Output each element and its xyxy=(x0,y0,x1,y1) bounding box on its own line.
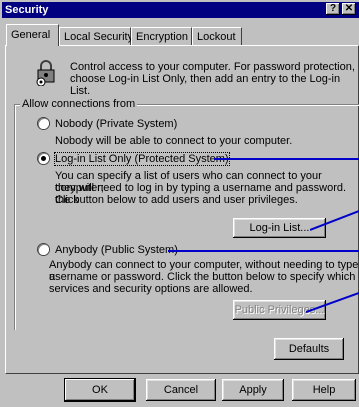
tab-encryption[interactable]: Encryption xyxy=(131,27,192,45)
loginlist-desc-3: the button below to add users and user p… xyxy=(55,194,298,206)
cancel-button[interactable]: Cancel xyxy=(146,379,216,401)
pointer-line-2 xyxy=(309,210,359,232)
pointer-line-4 xyxy=(305,292,359,314)
pointer-line-1 xyxy=(214,158,359,160)
title-bar: Security xyxy=(2,2,359,18)
nobody-desc: Nobody will be able to connect to your c… xyxy=(55,135,293,147)
loginlist-label[interactable]: Log-in List Only (Protected System) xyxy=(54,152,230,166)
tab-general[interactable]: General xyxy=(6,24,59,46)
intro-line-1: Control access to your computer. For pas… xyxy=(70,61,355,73)
loginlist-radio[interactable] xyxy=(38,153,49,164)
group-label: Allow connections from xyxy=(20,98,138,110)
close-title-button[interactable]: ✕ xyxy=(342,3,356,15)
defaults-button[interactable]: Defaults xyxy=(274,338,344,360)
window-title: Security xyxy=(5,4,49,16)
nobody-label[interactable]: Nobody (Private System) xyxy=(55,118,177,130)
anybody-label[interactable]: Anybody (Public System) xyxy=(55,244,178,256)
anybody-radio[interactable] xyxy=(38,244,49,255)
anybody-desc-2: username or password. Click the button b… xyxy=(49,271,356,283)
ok-button[interactable]: OK xyxy=(65,379,135,401)
nobody-radio[interactable] xyxy=(38,118,49,129)
anybody-desc-3: services and security options are allowe… xyxy=(49,283,253,295)
help-button[interactable]: Help xyxy=(292,379,356,401)
tab-lockout[interactable]: Lockout xyxy=(192,27,242,45)
pointer-line-3 xyxy=(168,250,359,252)
tab-local-security[interactable]: Local Security xyxy=(59,27,133,45)
apply-button[interactable]: Apply xyxy=(222,379,284,401)
help-title-button[interactable]: ? xyxy=(326,3,340,15)
lock-icon xyxy=(35,58,57,87)
intro-line-2: choose Log-in List Only, then add an ent… xyxy=(70,73,341,97)
security-dialog: Security ? ✕ General Local Security Encr… xyxy=(0,0,359,407)
